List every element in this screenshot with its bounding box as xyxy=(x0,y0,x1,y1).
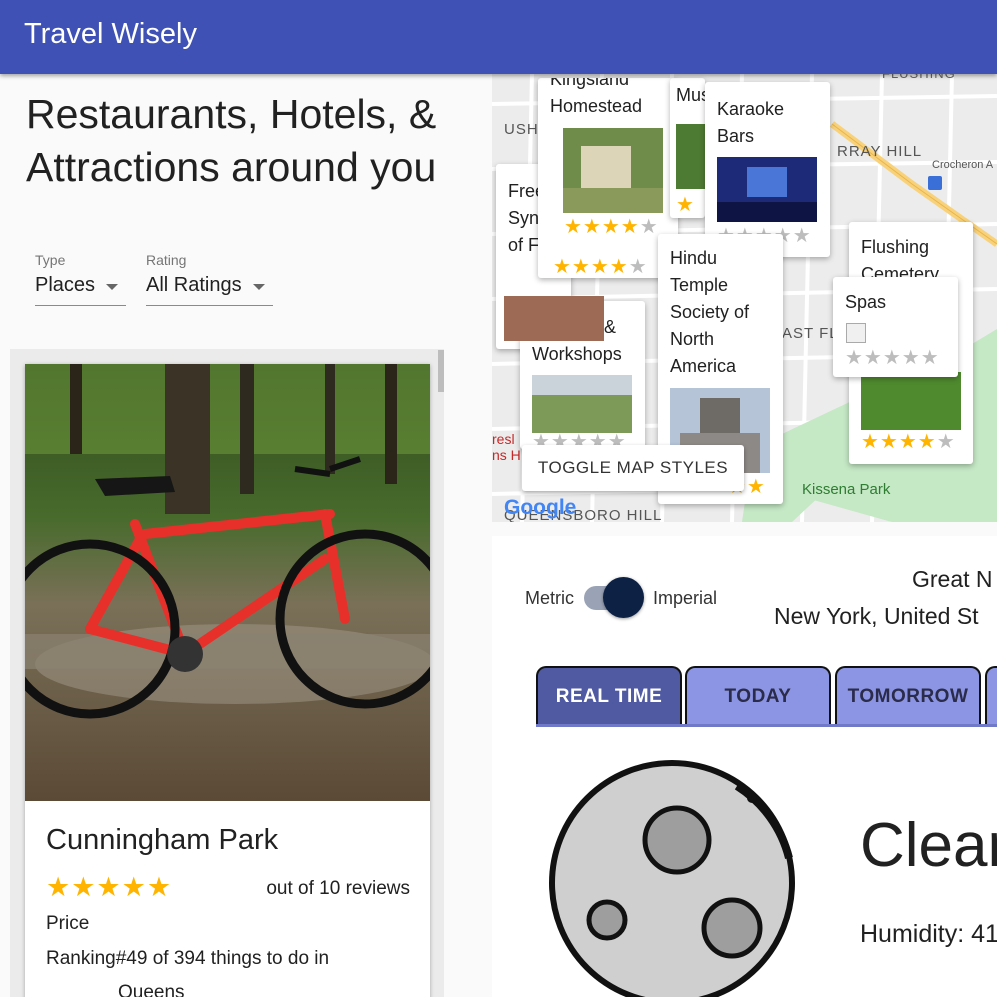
location-region: New York, United St xyxy=(774,603,979,629)
street-label: FLUSHING xyxy=(882,74,956,81)
street-label: ns H xyxy=(492,447,521,463)
map-card-museum[interactable]: Mus ★ xyxy=(670,78,705,218)
rating-stars: ★★★★★ xyxy=(46,872,173,902)
review-count: out of 10 reviews xyxy=(266,878,410,899)
map-card-title: Spas xyxy=(845,292,887,312)
app-bar: Travel Wisely xyxy=(0,0,997,74)
map-card-photo xyxy=(504,296,604,341)
map-card-title: Mus xyxy=(676,85,705,105)
map-card-rating: ★ xyxy=(676,194,695,216)
moon-icon xyxy=(549,760,795,997)
map-card-photo xyxy=(676,124,705,189)
map-card-photo xyxy=(861,372,961,430)
map-card-karaoke[interactable]: KaraokeBars ★★★★★ xyxy=(705,82,830,257)
map-card-rating: ★★★★★ xyxy=(861,431,956,453)
place-card[interactable]: Cunningham Park ★★★★★ out of 10 reviews … xyxy=(25,364,430,997)
type-select[interactable]: Type Places xyxy=(35,252,126,306)
ranking-city: Queens xyxy=(118,982,185,997)
map-card-kingsland[interactable]: Kingsland Homestead ★★★★★ ★★★★★ xyxy=(538,78,678,278)
map-card-photo xyxy=(717,157,817,222)
map-card-spas[interactable]: Spas ★★★★★ xyxy=(833,277,958,377)
type-select-label: Type xyxy=(35,252,66,268)
page-heading: Restaurants, Hotels, & Attractions aroun… xyxy=(26,91,437,190)
price-label: Price xyxy=(46,913,90,934)
place-name[interactable]: Cunningham Park xyxy=(46,824,278,857)
humidity-readout: Humidity: 41 xyxy=(860,920,997,948)
ranking-text: Ranking#49 of 394 things to do in xyxy=(46,948,330,969)
places-panel: Restaurants, Hotels, & Attractions aroun… xyxy=(0,74,470,997)
broken-image-icon xyxy=(846,323,866,343)
tab-tomorrow[interactable]: TOMORROW xyxy=(835,666,981,724)
map-card-title: Karaoke Bars xyxy=(717,99,785,146)
location-name: Great N xyxy=(912,566,993,592)
app-title[interactable]: Travel Wisely xyxy=(24,18,197,51)
weather-condition: Clear xyxy=(860,811,997,880)
park-label: Kissena Park xyxy=(802,481,891,498)
tab-underline xyxy=(536,724,997,727)
unit-metric-label: Metric xyxy=(525,588,574,608)
type-select-text: Places xyxy=(35,274,96,296)
place-photo xyxy=(25,364,430,801)
map-card-rating: ★★★★★ xyxy=(845,347,940,369)
street-label: Crocheron A xyxy=(932,159,994,171)
unit-switch-knob[interactable] xyxy=(603,577,644,618)
street-label: RRAY HILL xyxy=(837,143,922,160)
type-select-value[interactable]: Places xyxy=(35,274,126,306)
tab-today[interactable]: TODAY xyxy=(685,666,831,724)
street-label: AST FL xyxy=(782,325,839,342)
rating-select[interactable]: Rating All Ratings xyxy=(146,252,273,306)
list-scrollbar[interactable] xyxy=(438,350,444,392)
map-card-synagogue-photo xyxy=(504,274,604,344)
map-card-title: Hindu Temple Society of North America xyxy=(670,248,750,376)
map-card-photo xyxy=(563,128,663,213)
rating-select-value[interactable]: All Ratings xyxy=(146,274,273,306)
dropdown-arrow-icon xyxy=(106,284,118,290)
toggle-map-styles-button[interactable]: TOGGLE MAP STYLES xyxy=(522,445,744,491)
unit-imperial-label: Imperial xyxy=(653,588,718,608)
map-card-rating: ★★★★★ xyxy=(564,216,659,238)
dropdown-arrow-icon xyxy=(253,284,265,290)
tab-more[interactable] xyxy=(985,666,997,724)
map-card-title: Kingsland Homestead xyxy=(550,78,643,116)
google-logo: Google xyxy=(504,496,576,519)
rating-select-text: All Ratings xyxy=(146,274,242,296)
weather-panel: Metric Imperial Great N New York, United… xyxy=(492,536,997,997)
street-label: resl xyxy=(492,431,515,447)
tab-real-time[interactable]: REAL TIME xyxy=(536,666,682,724)
map-card-photo xyxy=(532,375,632,433)
rating-select-label: Rating xyxy=(146,252,187,268)
